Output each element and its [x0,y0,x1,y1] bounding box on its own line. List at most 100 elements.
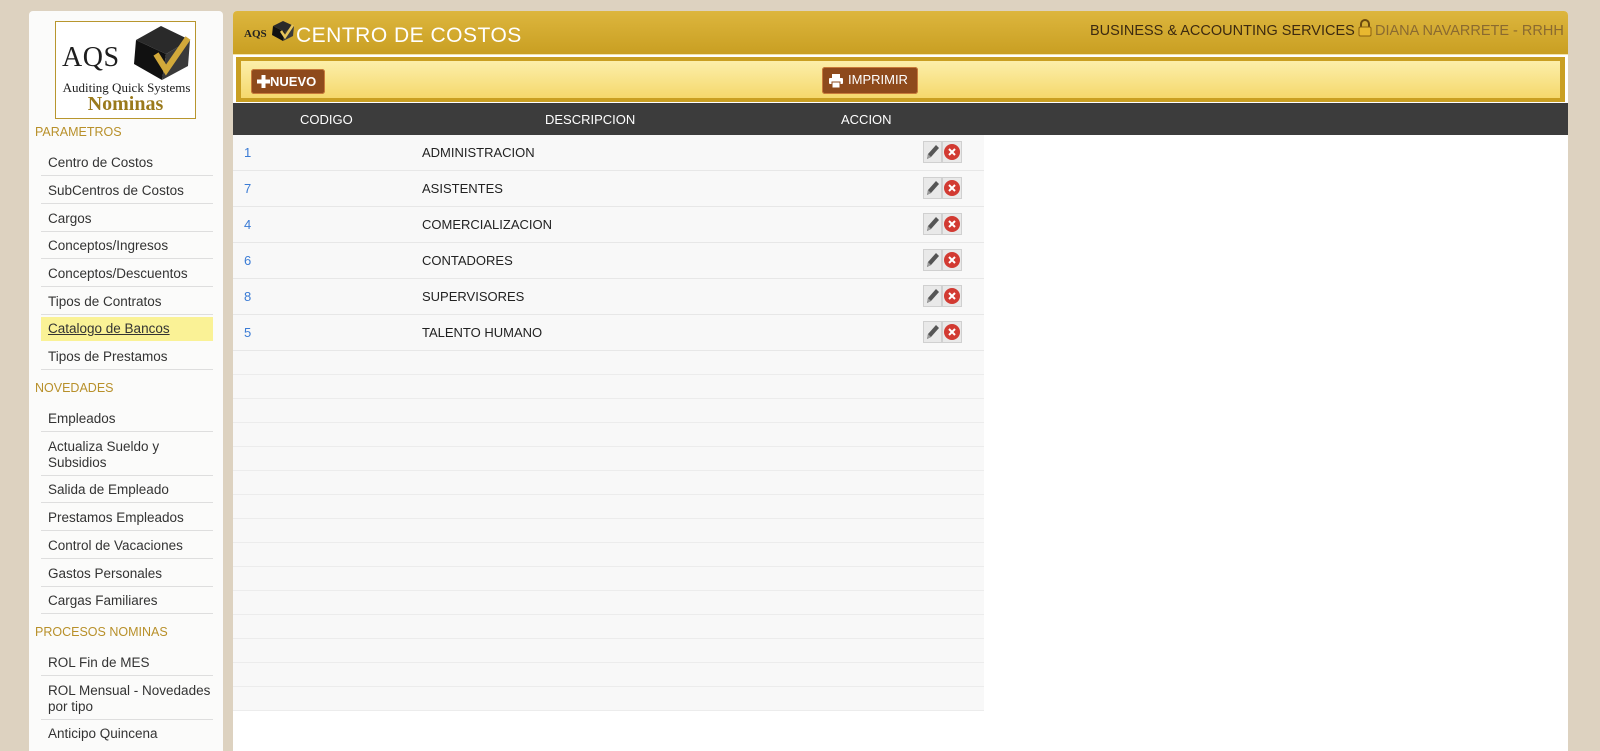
empty-row [233,663,984,687]
empty-row [233,351,984,375]
user-name[interactable]: DIANA NAVARRETE - RRHH [1375,23,1564,39]
toolbar-inner: NUEVO IMPRIMIR [241,61,1560,98]
delete-button[interactable] [942,177,962,199]
sidebar-item-conceptos-descuentos[interactable]: Conceptos/Descuentos [41,262,213,287]
printer-icon [829,74,843,88]
empty-row [233,375,984,399]
empty-row [233,447,984,471]
sidebar-item-cargas-familiares[interactable]: Cargas Familiares [41,589,213,614]
edit-button[interactable] [923,249,942,271]
row-description: SUPERVISORES [422,289,525,304]
logo-product: Nominas [87,93,164,115]
cube-logo-icon [134,26,191,80]
delete-x-icon [944,324,960,340]
row-code-link[interactable]: 5 [244,325,251,340]
pencil-edit-icon [927,181,939,195]
row-code-link[interactable]: 6 [244,253,251,268]
sidebar-item-centro-de-costos[interactable]: Centro de Costos [41,151,213,176]
pencil-edit-icon [927,253,939,267]
sidebar-item-cargos[interactable]: Cargos [41,207,213,232]
sidebar-item-prestamos-empleados[interactable]: Prestamos Empleados [41,506,213,531]
edit-button[interactable] [923,213,942,235]
section-parametros: PARAMETROS [35,125,122,139]
row-description: ASISTENTES [422,181,503,196]
sidebar-item-salida-de-empleado[interactable]: Salida de Empleado [41,478,213,503]
column-header-accion: ACCION [841,112,892,127]
edit-button[interactable] [923,321,942,343]
empty-row [233,687,984,711]
table-row: 8 SUPERVISORES [233,279,984,315]
delete-button[interactable] [942,249,962,271]
title-bar: AQS CENTRO DE COSTOS BUSINESS & ACCOUNTI… [233,11,1568,55]
aqs-logo[interactable]: AQS Auditing Quick Systems Nominas [55,21,196,119]
column-header-codigo[interactable]: CODIGO [300,112,353,127]
sidebar-item-subcentros[interactable]: SubCentros de Costos [41,179,213,204]
sidebar: AQS Auditing Quick Systems Nominas PARAM… [29,11,223,751]
new-button[interactable]: NUEVO [251,69,325,94]
empty-row [233,615,984,639]
sidebar-item-tipos-de-prestamos[interactable]: Tipos de Prestamos [41,345,213,370]
section-procesos-nominas: PROCESOS NOMINAS [35,625,168,639]
new-button-label: NUEVO [270,74,317,89]
sidebar-item-conceptos-ingresos[interactable]: Conceptos/Ingresos [41,234,213,259]
print-button[interactable]: IMPRIMIR [822,67,918,94]
lock-icon [1358,19,1372,37]
delete-button[interactable] [942,321,962,343]
delete-x-icon [944,252,960,268]
edit-button[interactable] [923,177,942,199]
delete-button[interactable] [942,285,962,307]
page-title: CENTRO DE COSTOS [296,24,522,47]
edit-button[interactable] [923,141,942,163]
row-code-link[interactable]: 8 [244,289,251,304]
table-row: 4 COMERCIALIZACION [233,207,984,243]
sidebar-item-empleados[interactable]: Empleados [41,407,213,432]
empty-row [233,399,984,423]
logo-main-text: AQS [62,42,120,73]
pencil-edit-icon [927,145,939,159]
pencil-edit-icon [927,289,939,303]
empty-row [233,471,984,495]
delete-button[interactable] [942,141,962,163]
delete-x-icon [944,216,960,232]
empty-row [233,639,984,663]
delete-x-icon [944,288,960,304]
sidebar-item-rol-mensual[interactable]: ROL Mensual - Novedades por tipo [41,679,213,720]
header-logo-text: AQS [244,28,267,40]
row-code-link[interactable]: 1 [244,145,251,160]
empty-row [233,423,984,447]
sidebar-item-gastos-personales[interactable]: Gastos Personales [41,562,213,587]
empty-row [233,543,984,567]
row-description: CONTADORES [422,253,513,268]
sidebar-item-rol-fin-de-mes[interactable]: ROL Fin de MES [41,651,213,676]
company-name: BUSINESS & ACCOUNTING SERVICES [1090,23,1355,39]
grid-header: CODIGO DESCRIPCION ACCION [233,103,1568,135]
sidebar-item-tipos-de-contratos[interactable]: Tipos de Contratos [41,290,213,315]
table-row: 6 CONTADORES [233,243,984,279]
column-header-descripcion[interactable]: DESCRIPCION [545,112,635,127]
sidebar-item-anticipo-quincena[interactable]: Anticipo Quincena [41,722,213,746]
row-description: ADMINISTRACION [422,145,535,160]
main-panel: AQS CENTRO DE COSTOS BUSINESS & ACCOUNTI… [233,11,1568,751]
row-description: TALENTO HUMANO [422,325,543,340]
sidebar-item-control-de-vacaciones[interactable]: Control de Vacaciones [41,534,213,559]
delete-x-icon [944,144,960,160]
empty-row [233,495,984,519]
pencil-edit-icon [927,325,939,339]
row-description: COMERCIALIZACION [422,217,553,232]
row-code-link[interactable]: 4 [244,217,251,232]
row-code-link[interactable]: 7 [244,181,251,196]
sidebar-item-catalogo-de-bancos[interactable]: Catalogo de Bancos [41,317,213,341]
empty-row [233,567,984,591]
section-novedades: NOVEDADES [35,381,114,395]
toolbar: NUEVO IMPRIMIR [236,57,1565,102]
table-row: 5 TALENTO HUMANO [233,315,984,351]
empty-row [233,519,984,543]
edit-button[interactable] [923,285,942,307]
empty-row [233,591,984,615]
print-button-label: IMPRIMIR [848,72,908,87]
cube-logo-icon [272,21,295,41]
plus-icon [257,75,270,88]
delete-button[interactable] [942,213,962,235]
sidebar-item-actualiza-sueldo[interactable]: Actualiza Sueldo y Subsidios [41,435,213,476]
delete-x-icon [944,180,960,196]
